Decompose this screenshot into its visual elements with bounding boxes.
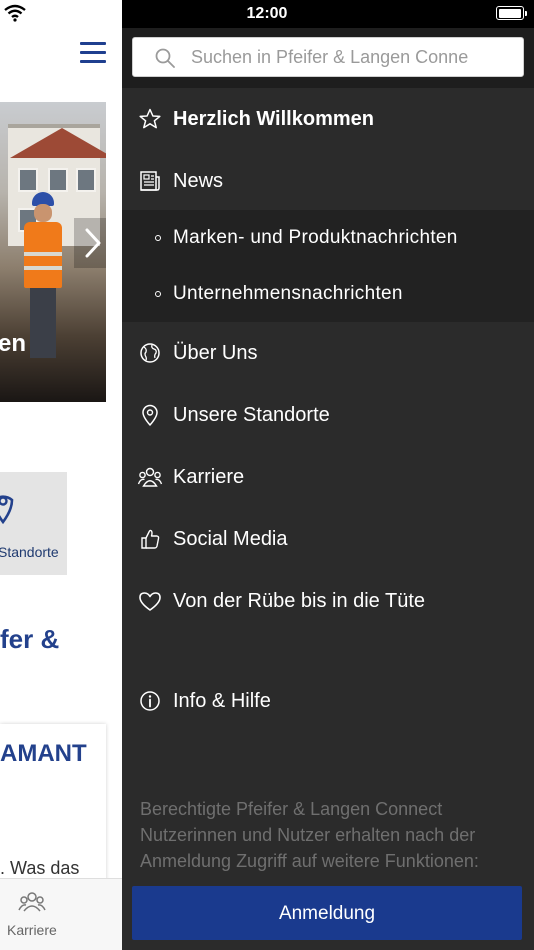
submenu-item-marken-produktnachrichten[interactable]: Marken- und Produktnachrichten: [122, 210, 534, 266]
wifi-icon: [4, 4, 26, 22]
people-group-icon: [137, 467, 163, 487]
menu-label: News: [173, 170, 224, 192]
newspaper-icon: [140, 171, 160, 191]
login-button[interactable]: Anmeldung: [132, 886, 522, 940]
background-page: en Standorte fer & AMANT . Was das Karri…: [0, 0, 122, 950]
menu-label: Von der Rübe bis in die Tüte: [173, 590, 426, 612]
menu-label: Herzlich Willkommen: [173, 108, 374, 130]
menu-label: Unsere Standorte: [173, 404, 330, 426]
submenu-item-unternehmensnachrichten[interactable]: Unternehmensnachrichten: [122, 266, 534, 322]
bullet-icon: [155, 235, 161, 241]
card-title: AMANT: [0, 740, 87, 767]
info-icon: [140, 691, 160, 711]
battery-icon: [496, 6, 524, 20]
menu-item-social-media[interactable]: Social Media: [122, 508, 534, 570]
card-text: . Was das: [0, 858, 80, 878]
tab-karriere-label[interactable]: Karriere: [7, 922, 57, 938]
news-submenu: Marken- und Produktnachrichten Unternehm…: [122, 210, 534, 322]
search-icon: [155, 48, 175, 68]
menu-label: Karriere: [173, 466, 245, 488]
thumbs-up-icon: [141, 529, 160, 549]
menu-label: Über Uns: [173, 342, 258, 364]
status-time: 12:00: [246, 5, 288, 22]
search-bar-container: [122, 28, 534, 88]
search-input[interactable]: [191, 38, 517, 76]
chevron-right-icon[interactable]: [78, 218, 108, 268]
section-headline: fer &: [0, 624, 60, 654]
login-info-text: Berechtigte Pfeifer & Langen Connect Nut…: [140, 799, 479, 871]
submenu-label: Unternehmensnachrichten: [173, 283, 403, 304]
submenu-label: Marken- und Produktnachrichten: [173, 227, 458, 248]
status-bar: 12:00: [122, 0, 534, 28]
hero-caption: en: [0, 330, 27, 357]
menu-item-news[interactable]: News: [122, 150, 534, 212]
menu-label: Social Media: [173, 528, 288, 550]
hamburger-menu-icon[interactable]: [80, 42, 106, 64]
people-group-icon[interactable]: [18, 890, 46, 914]
location-pin-icon: [142, 404, 158, 426]
menu-item-ueber-uns[interactable]: Über Uns: [122, 322, 534, 384]
menu-item-unsere-standorte[interactable]: Unsere Standorte: [122, 384, 534, 446]
menu-item-karriere[interactable]: Karriere: [122, 446, 534, 508]
star-icon: [139, 108, 161, 129]
tile-label: Standorte: [0, 544, 59, 560]
globe-icon: [140, 343, 160, 363]
menu-item-info-hilfe[interactable]: Info & Hilfe: [122, 670, 534, 732]
tab-bar: [0, 878, 122, 950]
bullet-icon: [155, 291, 161, 297]
heart-icon: [139, 592, 161, 611]
side-menu-drawer: 12:00 Herzlich Willkommen News: [122, 0, 534, 950]
menu-item-von-der-ruebe[interactable]: Von der Rübe bis in die Tüte: [122, 570, 534, 632]
menu-item-herzlich-willkommen[interactable]: Herzlich Willkommen: [122, 88, 534, 150]
search-box[interactable]: [132, 37, 524, 77]
location-pin-icon: [0, 495, 14, 524]
menu-label: Info & Hilfe: [173, 690, 271, 712]
